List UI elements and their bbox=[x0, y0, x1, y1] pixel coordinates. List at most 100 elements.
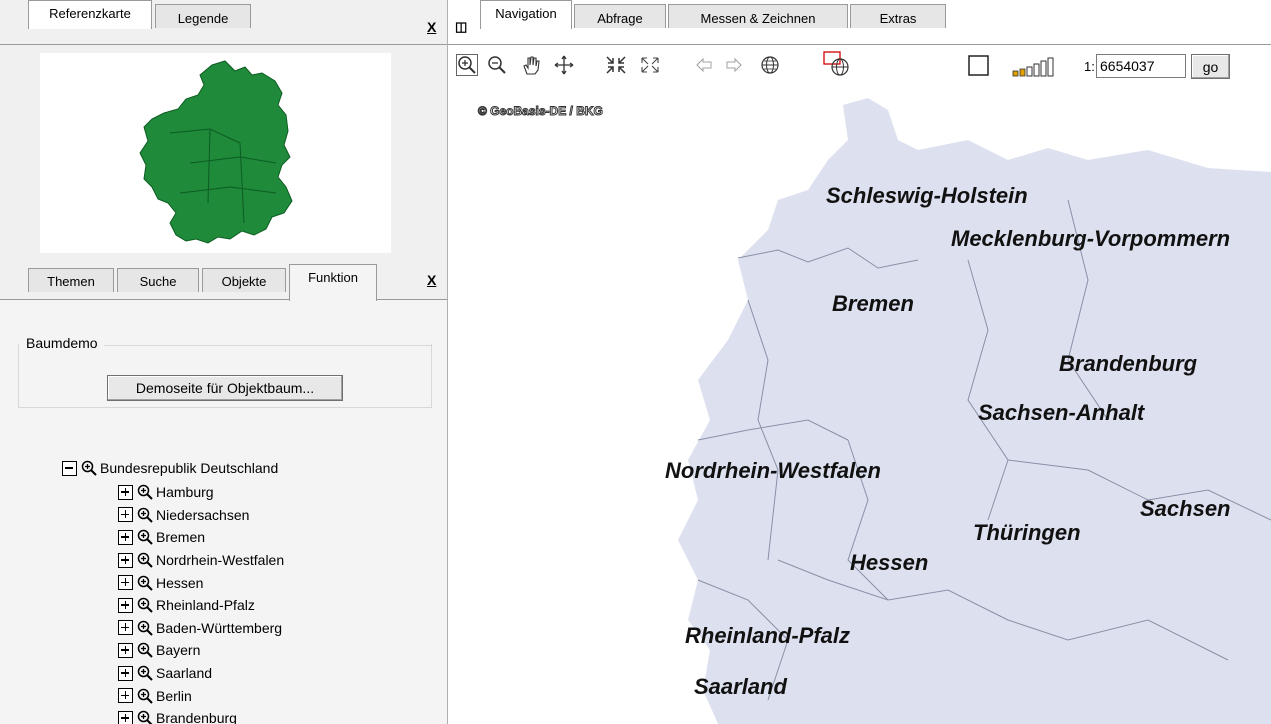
expand-icon[interactable] bbox=[118, 710, 133, 724]
tab-label: Abfrage bbox=[597, 11, 643, 26]
tree-item[interactable]: Hessen bbox=[118, 573, 203, 595]
map-label-schleswig-holstein: Schleswig-Holstein bbox=[826, 183, 1028, 208]
zoom-in-icon[interactable] bbox=[81, 460, 97, 477]
tree-label[interactable]: Bayern bbox=[156, 642, 200, 658]
map-label-sachsen-anhalt: Sachsen-Anhalt bbox=[978, 400, 1145, 425]
reference-map[interactable] bbox=[40, 53, 391, 253]
tree-item[interactable]: Rheinland-Pfalz bbox=[118, 596, 255, 618]
tree-item[interactable]: Baden-Württemberg bbox=[118, 619, 282, 641]
scale-bars-icon[interactable] bbox=[1012, 55, 1062, 79]
tab-label: Navigation bbox=[495, 6, 557, 21]
zoom-in-icon[interactable] bbox=[137, 620, 153, 636]
forward-arrow-icon[interactable] bbox=[724, 54, 744, 76]
tree-label[interactable]: Berlin bbox=[156, 688, 192, 704]
zoom-in-icon[interactable] bbox=[137, 552, 153, 568]
tab-label: Themen bbox=[47, 274, 95, 289]
expand-icon[interactable] bbox=[118, 688, 133, 704]
expand-icon[interactable] bbox=[118, 575, 133, 591]
tab-label: Suche bbox=[139, 274, 177, 289]
tree-item[interactable]: Niedersachsen bbox=[118, 506, 249, 528]
tree-item[interactable]: Hamburg bbox=[118, 483, 214, 505]
tree-item[interactable]: Bayern bbox=[118, 641, 200, 663]
tab-funktion[interactable]: Funktion bbox=[289, 264, 377, 301]
expand-icon[interactable] bbox=[118, 552, 133, 568]
tab-label: Funktion bbox=[308, 270, 358, 285]
zoom-in-icon[interactable] bbox=[137, 688, 153, 704]
germany-overview-map bbox=[139, 60, 293, 244]
tab-extras[interactable]: Extras bbox=[850, 4, 946, 28]
tree-label[interactable]: Nordrhein-Westfalen bbox=[156, 552, 284, 568]
map-label-sachsen: Sachsen bbox=[1140, 496, 1231, 521]
globe-icon[interactable] bbox=[759, 54, 781, 76]
tab-objekte[interactable]: Objekte bbox=[202, 268, 286, 292]
zoom-in-icon[interactable] bbox=[137, 529, 153, 546]
map-label-saarland: Saarland bbox=[694, 674, 787, 699]
tree-label[interactable]: Rheinland-Pfalz bbox=[156, 597, 255, 613]
zoom-in-icon[interactable] bbox=[137, 710, 153, 724]
tree-item[interactable]: Nordrhein-Westfalen bbox=[118, 551, 284, 573]
tree-label[interactable]: Hamburg bbox=[156, 484, 214, 500]
expand-icon[interactable] bbox=[118, 529, 133, 545]
collapse-icon[interactable] bbox=[62, 460, 77, 476]
scale-prefix: 1: bbox=[1084, 59, 1095, 74]
zoom-in-icon[interactable] bbox=[137, 575, 153, 591]
scale-value: 6654037 bbox=[1100, 58, 1155, 74]
expand-icon[interactable] bbox=[118, 642, 133, 658]
tree-label[interactable]: Bundesrepublik Deutschland bbox=[100, 460, 278, 476]
tab-label: Legende bbox=[177, 11, 229, 26]
tab-messen-zeichnen[interactable]: Messen & Zeichnen bbox=[668, 4, 848, 28]
map-copyright: © GeoBasis-DE / BKG bbox=[478, 104, 604, 119]
zoom-in-icon[interactable] bbox=[137, 665, 153, 681]
left-panel: Referenzkarte Legende X Themen Suche Obj… bbox=[0, 0, 448, 724]
zoom-in-icon[interactable] bbox=[456, 54, 478, 76]
go-button[interactable]: go bbox=[1191, 54, 1230, 79]
expand-icon[interactable] bbox=[118, 507, 133, 523]
zoom-collapse-icon[interactable] bbox=[604, 54, 628, 76]
expand-icon[interactable] bbox=[118, 484, 133, 500]
tree-item[interactable]: Saarland bbox=[118, 664, 212, 686]
tree-root[interactable]: Bundesrepublik Deutschland bbox=[62, 459, 278, 481]
tab-label: Messen & Zeichnen bbox=[700, 11, 816, 26]
back-arrow-icon[interactable] bbox=[694, 54, 714, 76]
zoom-in-icon[interactable] bbox=[137, 642, 153, 659]
tab-abfrage[interactable]: Abfrage bbox=[574, 4, 666, 28]
tab-navigation[interactable]: Navigation bbox=[480, 0, 572, 29]
map-label-bremen: Bremen bbox=[832, 291, 914, 316]
zoom-full-extent-icon[interactable] bbox=[638, 54, 662, 76]
tab-legende[interactable]: Legende bbox=[155, 4, 251, 28]
demo-object-tree-button[interactable]: Demoseite für Objektbaum... bbox=[107, 375, 343, 401]
close-button[interactable]: X bbox=[427, 272, 436, 288]
globe-select-icon[interactable] bbox=[823, 50, 851, 78]
map-label-hessen: Hessen bbox=[850, 550, 929, 575]
tab-underline bbox=[0, 44, 447, 45]
tree-label[interactable]: Niedersachsen bbox=[156, 507, 249, 523]
map-label-nordrhein-westfalen: Nordrhein-Westfalen bbox=[665, 458, 881, 483]
expand-icon[interactable] bbox=[118, 597, 133, 613]
zoom-in-icon[interactable] bbox=[137, 597, 153, 614]
pan-hand-icon[interactable] bbox=[520, 54, 542, 76]
tab-suche[interactable]: Suche bbox=[117, 268, 199, 292]
zoom-out-icon[interactable] bbox=[486, 54, 508, 76]
move-icon[interactable] bbox=[552, 54, 576, 76]
tree-item[interactable]: Brandenburg bbox=[118, 709, 237, 724]
tree-label[interactable]: Saarland bbox=[156, 665, 212, 681]
restore-window-icon[interactable]: ◫ bbox=[455, 19, 467, 35]
tree-item[interactable]: Berlin bbox=[118, 686, 192, 708]
tab-underline bbox=[448, 44, 1271, 45]
scale-input[interactable]: 6654037 bbox=[1096, 54, 1186, 78]
expand-icon[interactable] bbox=[118, 665, 133, 681]
tree-label[interactable]: Bremen bbox=[156, 529, 205, 545]
tab-themen[interactable]: Themen bbox=[28, 268, 114, 292]
map-area: Navigation Abfrage Messen & Zeichnen Ext… bbox=[448, 0, 1271, 724]
close-button[interactable]: X bbox=[427, 19, 436, 35]
zoom-in-icon[interactable] bbox=[137, 507, 153, 523]
tab-referenzkarte[interactable]: Referenzkarte bbox=[28, 0, 152, 29]
zoom-in-icon[interactable] bbox=[137, 484, 153, 501]
tree-label[interactable]: Baden-Württemberg bbox=[156, 620, 282, 636]
map-label-thueringen: Thüringen bbox=[973, 520, 1081, 545]
expand-icon[interactable] bbox=[118, 620, 133, 636]
checkbox-icon[interactable] bbox=[968, 55, 990, 77]
tree-item[interactable]: Bremen bbox=[118, 528, 205, 550]
tree-label[interactable]: Hessen bbox=[156, 575, 203, 591]
tree-label[interactable]: Brandenburg bbox=[156, 710, 237, 724]
